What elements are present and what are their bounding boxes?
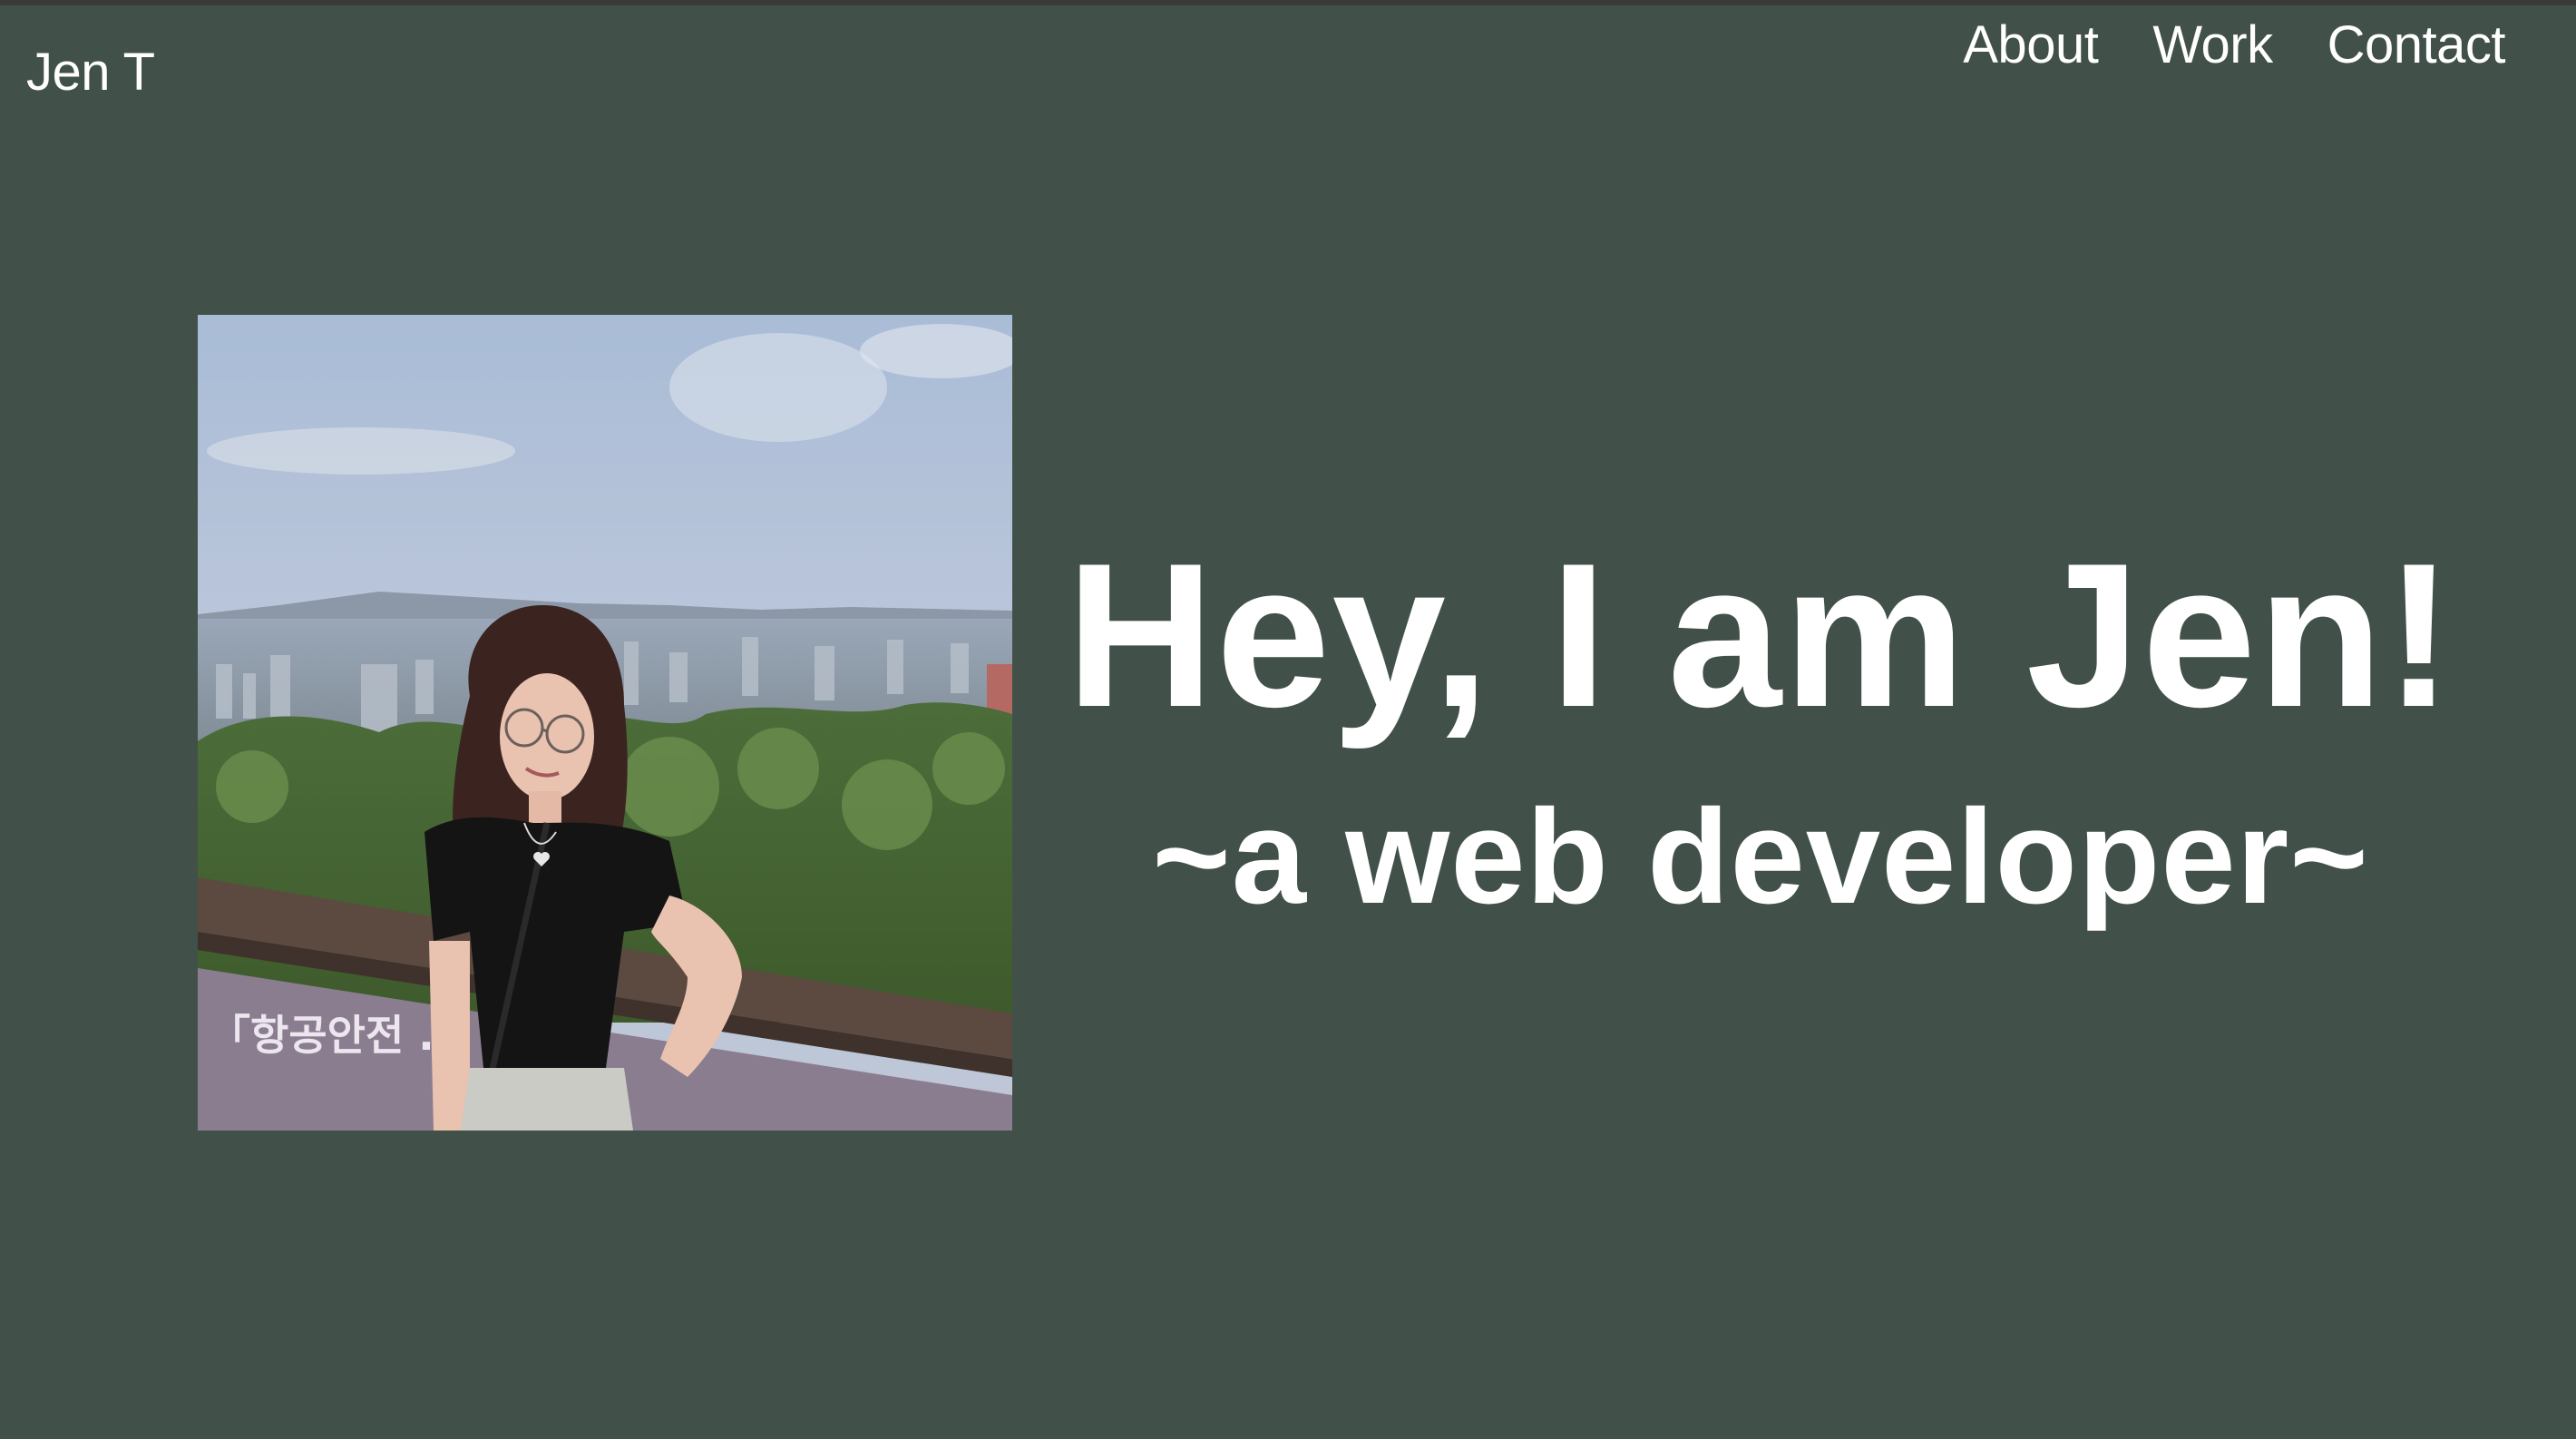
main-navigation: About Work Contact xyxy=(1963,9,2505,82)
nav-link-work[interactable]: Work xyxy=(2152,9,2273,82)
hero-subheadline: ~a web developer~ xyxy=(1152,782,2369,932)
site-brand-logo[interactable]: Jen T xyxy=(26,36,155,109)
hero-headline: Hey, I am Jen! xyxy=(1066,520,2455,749)
nav-link-about[interactable]: About xyxy=(1963,9,2099,82)
window-top-border xyxy=(0,0,2576,5)
profile-photo: 「항공안전 ... 인가 xyxy=(198,315,1012,1131)
nav-link-contact[interactable]: Contact xyxy=(2327,9,2506,82)
